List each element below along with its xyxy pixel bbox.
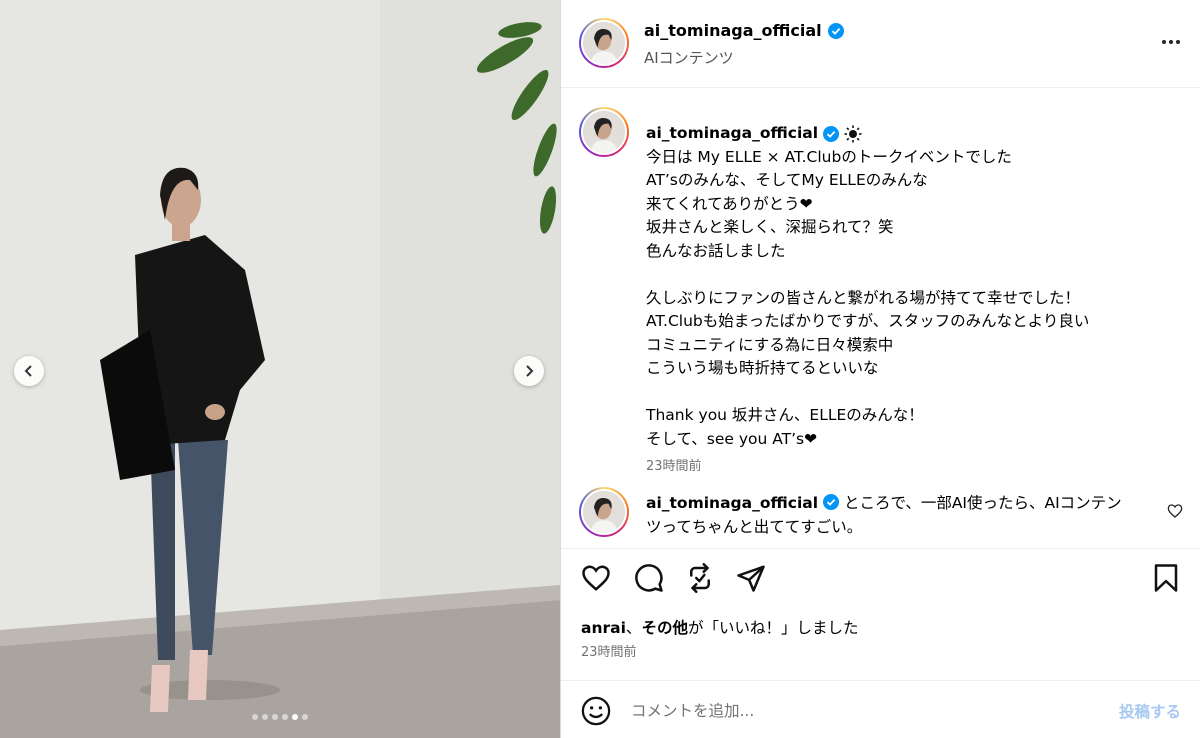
post-actions xyxy=(561,548,1200,606)
caption-line: そして、see you AT’s❤ xyxy=(646,429,818,448)
chevron-right-icon xyxy=(526,365,534,377)
post-media[interactable] xyxy=(0,0,560,738)
chevron-left-icon xyxy=(24,365,32,377)
verified-badge-icon xyxy=(827,22,844,39)
post-side-panel: ai_tominaga_official AIコンテンツ ai_tominaga… xyxy=(560,0,1200,738)
carousel-dot xyxy=(262,714,268,720)
verified-badge-icon xyxy=(823,125,840,142)
caption-line: 色んなお話しました xyxy=(646,241,786,260)
caption-line: 来てくれてありがとう❤ xyxy=(646,194,813,213)
caption-line: 久しぶりにファンの皆さんと繋がれる場が持てて幸せでした！ xyxy=(646,288,1081,307)
post-author[interactable]: ai_tominaga_official xyxy=(644,21,844,40)
caption-timestamp[interactable]: 23時間前 xyxy=(646,455,1166,479)
comment-like-icon[interactable] xyxy=(1167,503,1183,519)
caption-line: コミュニティにする為に日々模索中 xyxy=(646,335,894,354)
comment-icon[interactable] xyxy=(634,563,664,593)
carousel-dot xyxy=(292,714,298,720)
caption-author-name[interactable]: ai_tominaga_official xyxy=(646,122,818,146)
likes-summary[interactable]: anrai、その他が「いいね！」しました xyxy=(581,616,858,638)
liked-by-user[interactable]: anrai xyxy=(581,619,626,637)
caption-line: こういう場も時折持てるといいな xyxy=(646,359,879,377)
carousel-indicator xyxy=(0,714,560,720)
comment-author[interactable]: ai_tominaga_official xyxy=(646,494,818,512)
caption-author[interactable]: ai_tominaga_official xyxy=(646,122,862,146)
ai-content-label[interactable]: AIコンテンツ xyxy=(644,47,734,68)
carousel-next-button[interactable] xyxy=(514,356,544,386)
likes-others[interactable]: その他 xyxy=(641,619,688,637)
carousel-dot xyxy=(282,714,288,720)
comment-input[interactable] xyxy=(631,698,1071,724)
caption-line xyxy=(646,381,1166,405)
verified-badge-icon xyxy=(823,494,839,510)
caption-line xyxy=(646,263,1166,287)
carousel-dot xyxy=(302,714,308,720)
repost-icon[interactable] xyxy=(685,563,715,593)
caption-line: AT.Clubも始まったばかりですが、スタッフのみんなとより良い xyxy=(646,312,1090,330)
heart-icon[interactable] xyxy=(581,563,611,593)
post-author-name[interactable]: ai_tominaga_official xyxy=(644,21,822,40)
avatar[interactable] xyxy=(579,487,629,537)
likes-suffix: が「いいね！」しました xyxy=(687,619,859,637)
comments-section[interactable]: ai_tominaga_official 今日は My ELLE × AT.Cl… xyxy=(561,89,1200,541)
carousel-dot xyxy=(272,714,278,720)
caption-line: 今日は My ELLE × AT.Clubのトークイベントでした xyxy=(646,147,1012,166)
sun-icon xyxy=(844,125,862,143)
caption-text: 今日は My ELLE × AT.Clubのトークイベントでした AT’sのみんな… xyxy=(646,146,1166,452)
post-photo xyxy=(0,0,560,738)
bookmark-icon[interactable] xyxy=(1151,563,1181,593)
post-header: ai_tominaga_official AIコンテンツ xyxy=(561,0,1200,88)
post-comment-button[interactable]: 投稿する xyxy=(1119,700,1181,722)
post-timestamp[interactable]: 23時間前 xyxy=(581,641,637,660)
more-options-icon[interactable] xyxy=(1157,30,1185,54)
carousel-dot xyxy=(252,714,258,720)
share-icon[interactable] xyxy=(736,563,766,593)
likes-separator: 、 xyxy=(625,619,642,637)
carousel-prev-button[interactable] xyxy=(14,356,44,386)
caption-line: AT’sのみんな、そしてMy ELLEのみんな xyxy=(646,171,928,189)
avatar[interactable] xyxy=(579,18,629,68)
caption-line: Thank you 坂井さん、ELLEのみんな！ xyxy=(646,406,924,424)
caption-line: 坂井さんと楽しく、深掘られて？笑 xyxy=(646,218,894,236)
emoji-icon[interactable] xyxy=(581,696,611,726)
add-comment-bar: 投稿する xyxy=(561,680,1200,738)
avatar[interactable] xyxy=(579,107,629,157)
